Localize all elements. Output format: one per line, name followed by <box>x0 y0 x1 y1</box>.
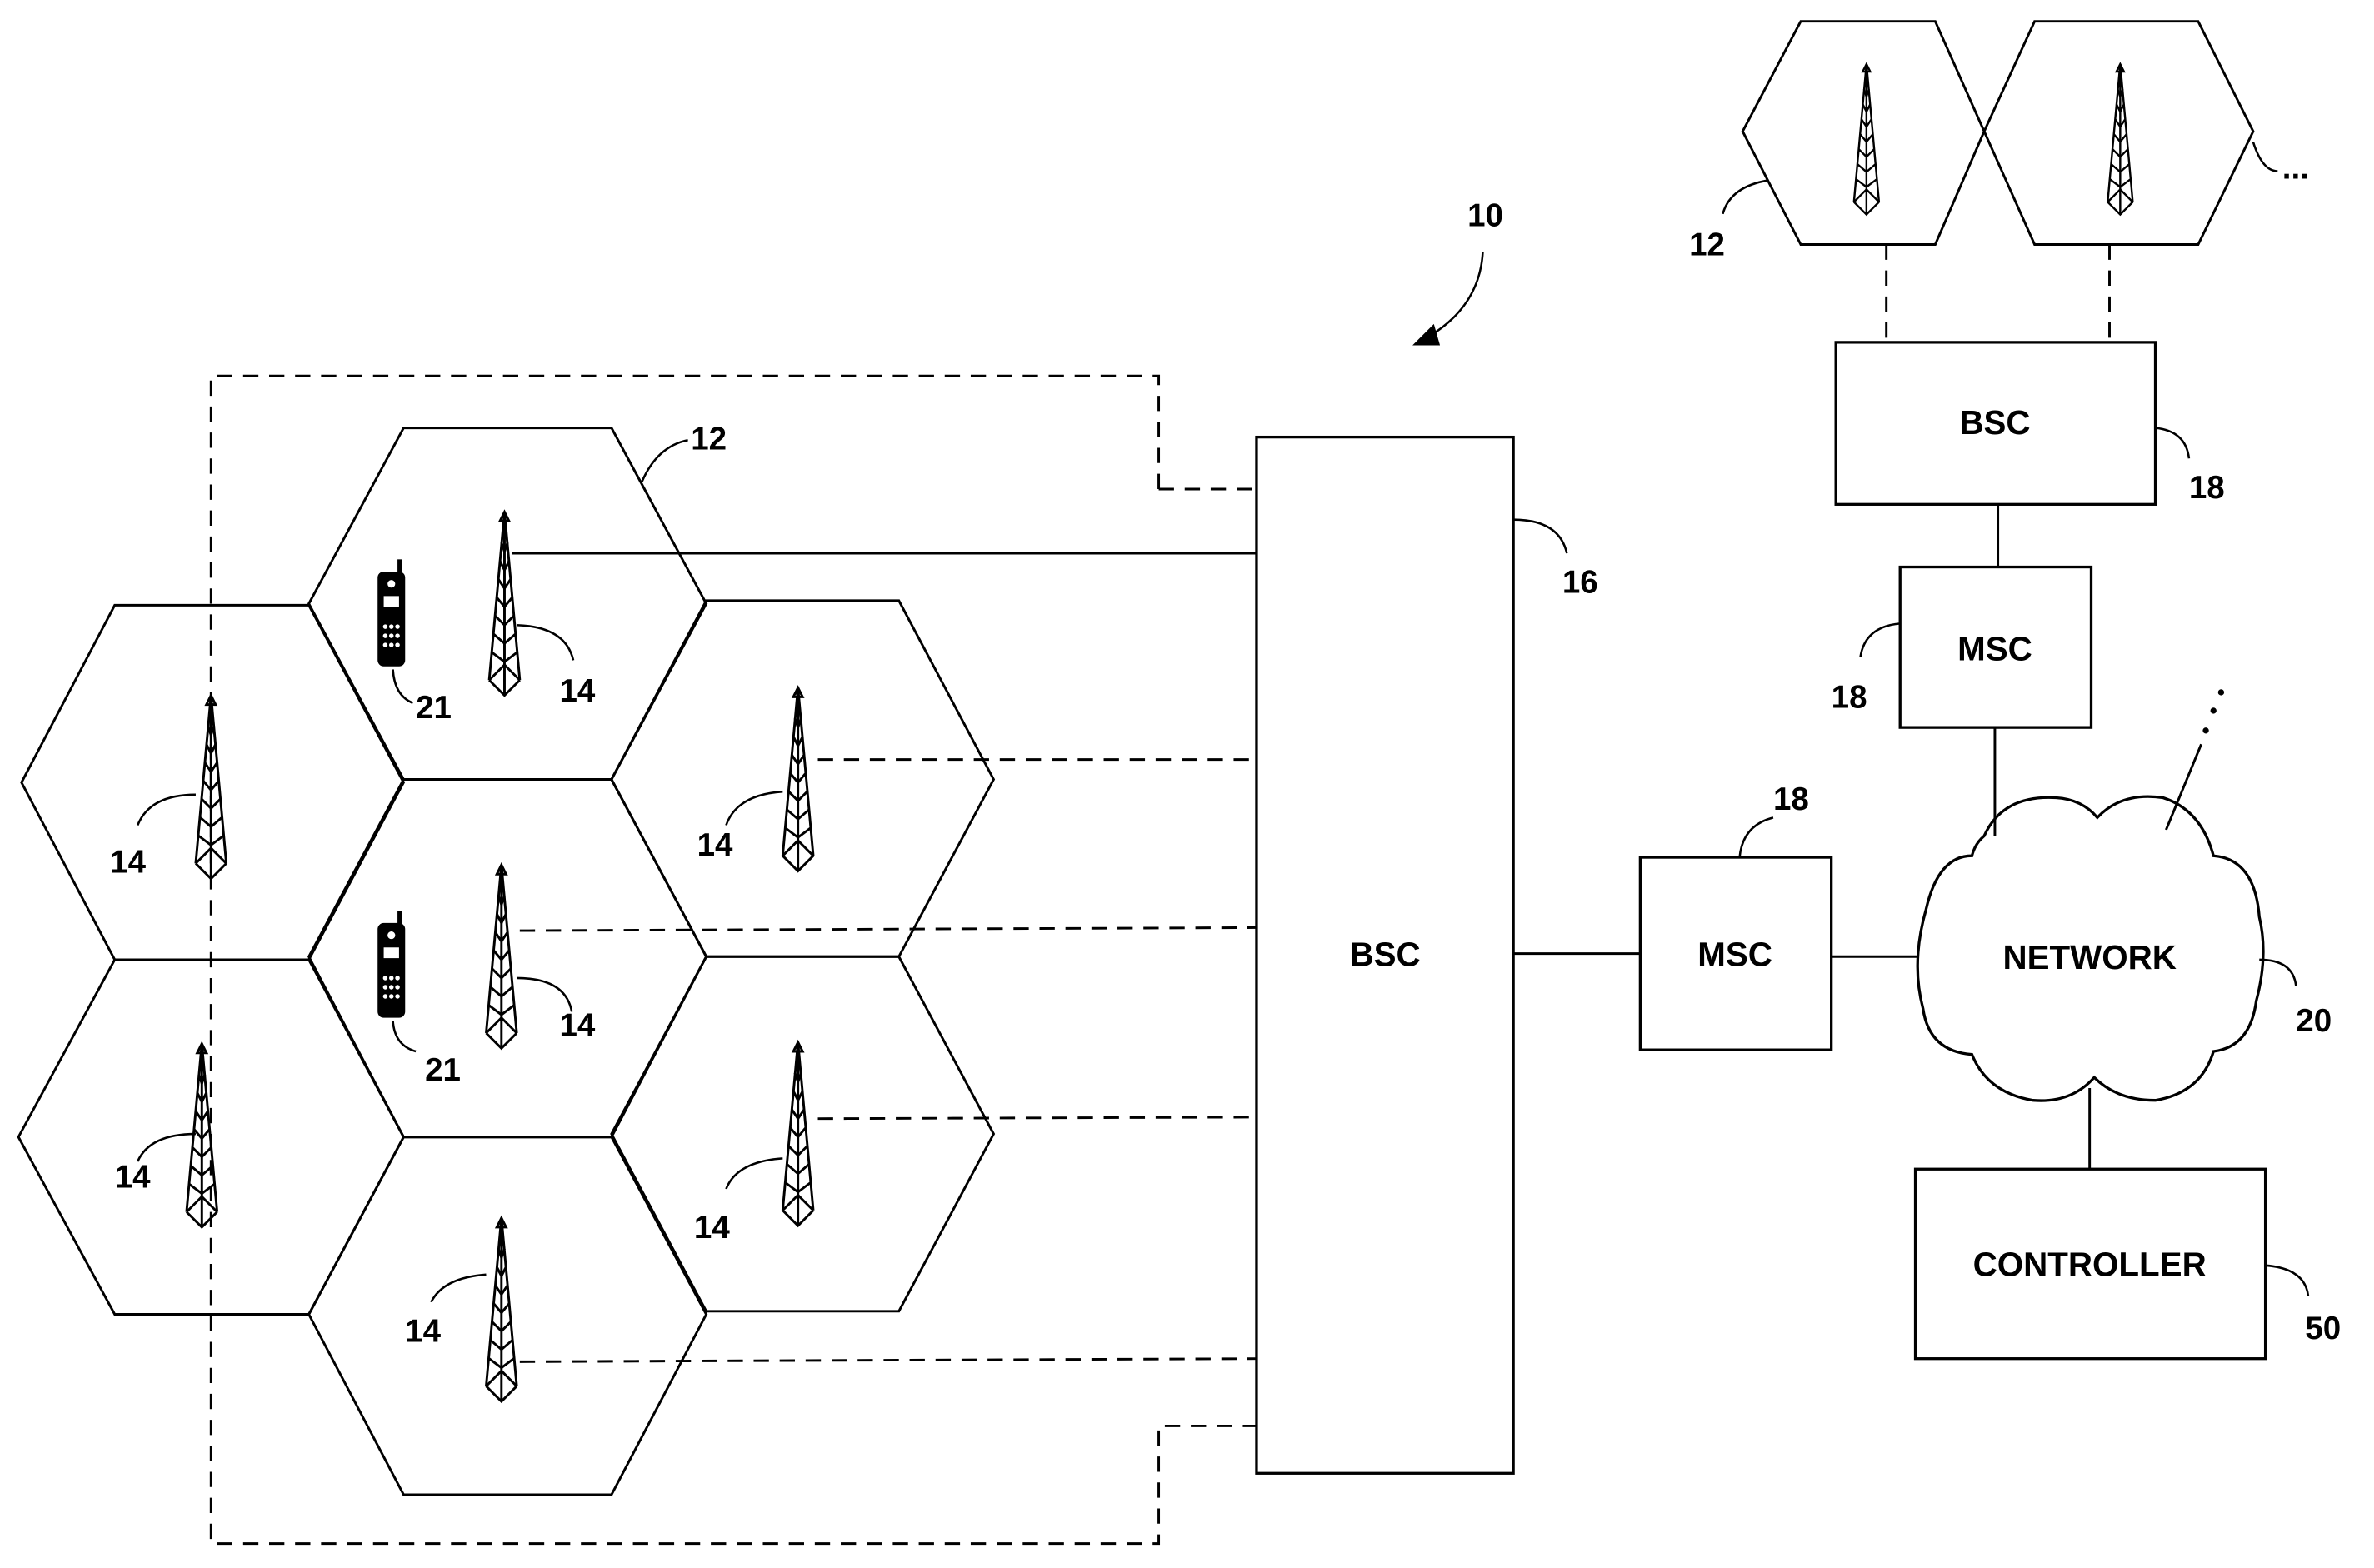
remote-msc-label: MSC <box>1957 629 2032 667</box>
tower-ref-label: 14 <box>560 673 596 709</box>
mobile-phone-icon <box>377 559 406 667</box>
phone-ref-label: 21 <box>416 690 452 726</box>
tower-link-dashed <box>519 926 1257 932</box>
arrowhead-icon <box>1412 323 1441 346</box>
leader-line <box>725 790 783 826</box>
cell-ref-label: 12 <box>691 421 727 457</box>
leader-line <box>517 623 575 661</box>
cell-hexagon <box>307 778 708 1139</box>
leader-line <box>392 669 413 704</box>
mobile-phone-icon <box>377 911 406 1018</box>
continuation-dot <box>2202 727 2209 734</box>
system-ref-label: 10 <box>1467 197 1503 233</box>
cell-tower-icon <box>194 694 228 881</box>
phone-ref-label: 21 <box>425 1052 461 1088</box>
cell-tower-icon <box>485 863 518 1050</box>
main-msc-ref-label: 18 <box>1773 782 1809 817</box>
system-ref-arrow <box>1428 252 1484 337</box>
tower-ref-label: 14 <box>405 1314 441 1350</box>
main-bsc-label: BSC <box>1349 935 1420 973</box>
remote-bsc-label: BSC <box>1959 403 2030 442</box>
continuation-dot <box>2217 689 2225 696</box>
leader-line <box>2265 1264 2310 1296</box>
leader-line <box>725 1157 783 1190</box>
leader-line <box>2155 427 2191 459</box>
tower-ref-label: 14 <box>110 844 146 880</box>
main-bsc-ref-label: 16 <box>1562 565 1598 601</box>
leader-line <box>641 439 688 482</box>
leader-line <box>2252 142 2278 172</box>
cell-tower-icon <box>781 1041 815 1227</box>
cell-hexagon <box>610 955 996 1313</box>
leader-line <box>2259 958 2297 986</box>
cell-tower-icon <box>485 1216 518 1403</box>
dashed-enclosure-left <box>209 374 1257 1546</box>
network-ref-label: 20 <box>2296 1003 2332 1039</box>
leader-line <box>137 1132 196 1162</box>
leader-line <box>430 1273 487 1303</box>
cellular-network-diagram: 12 14 21 14 14 14 21 14 14 14 10 BSC 16 … <box>17 20 2341 1546</box>
tower-ref-label: 14 <box>560 1008 596 1044</box>
leader-line <box>517 976 573 1012</box>
leader-line <box>1859 622 1901 657</box>
cell-tower-icon <box>185 1042 219 1229</box>
tower-link-dashed <box>519 1357 1257 1363</box>
leader-line <box>1738 816 1774 858</box>
cell-hexagon <box>20 603 406 961</box>
cell-tower-icon <box>2107 62 2134 216</box>
leader-line <box>1722 179 1769 215</box>
remote-cell-hexagon <box>1982 20 2255 246</box>
continuation-dot <box>2210 707 2217 714</box>
controller-label: CONTROLLER <box>1973 1246 2207 1284</box>
leader-line <box>392 1021 417 1053</box>
cell-tower-icon <box>1852 62 1881 216</box>
remote-bsc-ref-label: 18 <box>2189 470 2225 506</box>
leader-line <box>1513 518 1568 554</box>
main-msc-label: MSC <box>1697 935 1772 973</box>
tower-link-dashed <box>817 1116 1257 1121</box>
network-label: NETWORK <box>2002 938 2176 976</box>
tower-ref-label: 14 <box>694 1210 730 1246</box>
remote-msc-ref-label: 18 <box>1832 679 1867 715</box>
remote-cells-continuation: ... <box>2282 151 2309 187</box>
controller-ref-label: 50 <box>2305 1311 2341 1346</box>
leader-line <box>137 793 196 826</box>
tower-ref-label: 14 <box>115 1159 151 1195</box>
cell-tower-icon <box>781 686 815 873</box>
cell-hexagon <box>307 1136 708 1496</box>
cell-tower-icon <box>487 511 522 697</box>
tower-ref-label: 14 <box>697 827 733 863</box>
remote-cell-ref-label: 12 <box>1689 227 1725 262</box>
